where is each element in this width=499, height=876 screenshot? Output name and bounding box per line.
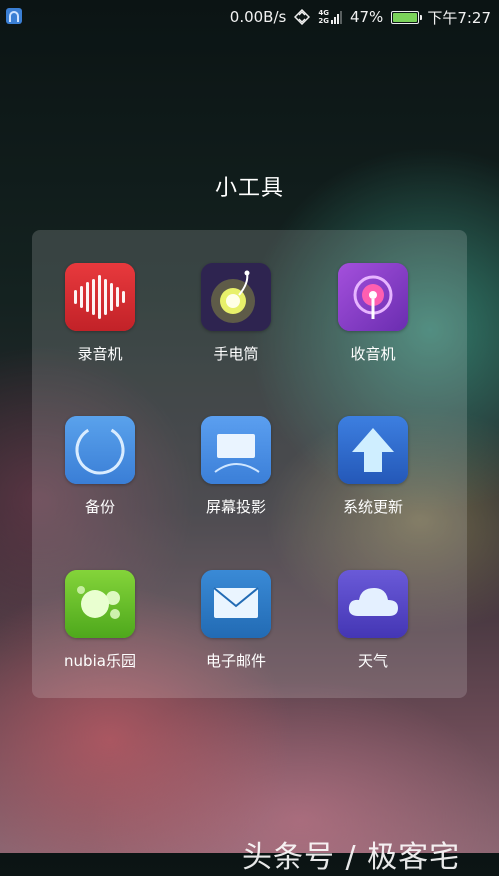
- sound-recorder-icon[interactable]: [65, 263, 135, 331]
- app-label: 电子邮件: [205, 652, 266, 670]
- app-weather[interactable]: 天气: [318, 570, 428, 671]
- nubia-park-icon[interactable]: [65, 570, 135, 638]
- battery-percent: 47%: [349, 8, 384, 26]
- sync-icon: [294, 9, 311, 25]
- app-label: 屏幕投影: [205, 498, 266, 516]
- screen-projection-icon[interactable]: [201, 416, 271, 484]
- weather-icon[interactable]: [338, 570, 408, 638]
- app-flashlight[interactable]: 手电筒: [181, 263, 291, 364]
- app-backup[interactable]: 备份: [45, 416, 155, 517]
- watermark-text: 头条号 / 极客宅: [242, 840, 461, 875]
- app-radio[interactable]: 收音机: [318, 263, 428, 364]
- app-sound-recorder[interactable]: 录音机: [45, 263, 155, 364]
- app-screen-projection[interactable]: 屏幕投影: [181, 416, 291, 517]
- network-speed: 0.00B/s: [229, 8, 287, 26]
- backup-icon[interactable]: [65, 416, 135, 484]
- battery-icon: [391, 10, 423, 24]
- app-nubia-park[interactable]: nubia乐园: [45, 570, 155, 671]
- app-notification-icon: [6, 8, 22, 24]
- clock: 下午7:27: [427, 8, 491, 27]
- folder-panel: 录音机 手电筒 收音机备份 屏幕投影 系统更新 nubia乐园 电子邮件 天气: [32, 230, 467, 698]
- network-type-4g: 4G: [318, 9, 329, 17]
- status-bar: 0.00B/s 4G 2G 47% 下午7:27: [0, 0, 499, 34]
- flashlight-icon[interactable]: [201, 263, 271, 331]
- app-system-update[interactable]: 系统更新: [318, 416, 428, 517]
- folder-title[interactable]: 小工具: [0, 170, 499, 202]
- app-label: 系统更新: [342, 498, 403, 516]
- app-label: nubia乐园: [64, 652, 136, 670]
- signal-icon: 4G 2G: [318, 9, 342, 25]
- radio-icon[interactable]: [338, 263, 408, 331]
- signal-bar: [339, 11, 342, 24]
- app-label: 备份: [84, 498, 115, 516]
- app-label: 手电筒: [213, 345, 259, 363]
- signal-bar: [333, 17, 336, 24]
- signal-bar: [330, 20, 333, 24]
- network-type-2g: 2G: [318, 17, 329, 25]
- app-email[interactable]: 电子邮件: [181, 570, 291, 671]
- email-icon[interactable]: [201, 570, 271, 638]
- signal-bar: [336, 14, 339, 24]
- app-label: 收音机: [350, 345, 396, 363]
- system-update-icon[interactable]: [338, 416, 408, 484]
- app-label: 天气: [357, 652, 388, 670]
- app-label: 录音机: [77, 345, 123, 363]
